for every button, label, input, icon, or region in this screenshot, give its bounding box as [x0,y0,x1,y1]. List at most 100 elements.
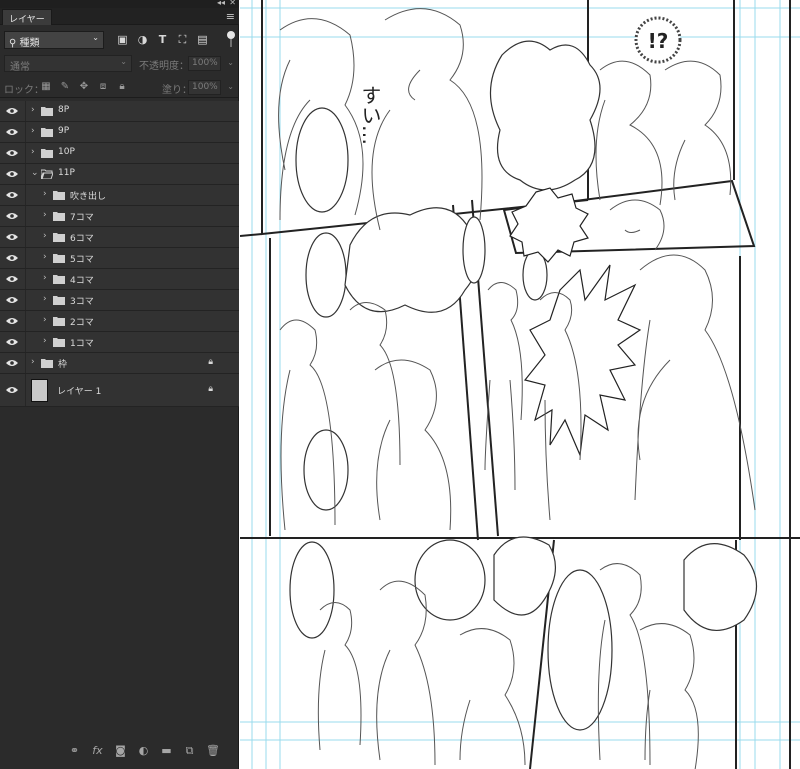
blend-mode-value: 通常 [10,62,30,73]
lock-position-icon[interactable]: ✥ [78,81,90,93]
opacity-input[interactable]: 100% ⌄ [188,56,234,71]
fill-input[interactable]: 100% ⌄ [188,80,234,95]
chevron-right-icon[interactable]: › [43,252,47,262]
new-layer-icon[interactable]: ⧉ [183,744,196,757]
folder-icon [53,317,65,326]
visibility-eye-icon[interactable] [0,248,24,268]
visibility-eye-icon[interactable] [0,206,24,226]
surprise-burst: !? [634,16,682,64]
filter-kind-value: 種類 [19,38,40,49]
folder-icon [53,212,65,221]
layer-row[interactable]: › 6コマ [0,227,239,248]
sfx-burst-text: !? [648,29,669,53]
chevron-right-icon[interactable]: › [31,126,35,136]
blend-row: 通常 ⌄ 不透明度： 100% ⌄ [0,54,239,74]
visibility-eye-icon[interactable] [0,353,24,373]
layer-row[interactable]: › 9P [0,122,239,143]
tab-layers[interactable]: レイヤー [2,9,52,25]
filter-kind-select[interactable]: ⚲ 種類 ⌄ [4,31,104,49]
visibility-eye-icon[interactable] [0,164,24,184]
adjustment-filter-icon[interactable]: ◑ [136,33,149,46]
filter-row: ⚲ 種類 ⌄ ▣ ◑ T ⛶ ▤ [0,27,239,53]
lock-icon: 🔒︎ [208,357,213,367]
image-filter-icon[interactable]: ▣ [116,33,129,46]
visibility-eye-icon[interactable] [0,122,24,142]
chevron-right-icon[interactable]: › [43,315,47,325]
visibility-eye-icon[interactable] [0,311,24,331]
layer-row[interactable]: › 3コマ [0,290,239,311]
layer-name: 吹き出し [70,192,107,202]
layer-row[interactable]: › 1コマ [0,332,239,353]
lock-artboard-icon[interactable]: ⧈ [97,81,109,93]
chevron-right-icon[interactable]: › [43,294,47,304]
burst-balloons [509,187,642,458]
shape-filter-icon[interactable]: ⛶ [176,33,189,46]
layer-name: 9P [58,126,70,136]
layer-row[interactable]: › 枠 🔒︎ [0,353,239,374]
lock-icon: 🔒︎ [208,384,213,394]
visibility-eye-icon[interactable] [0,101,24,121]
lock-brush-icon[interactable]: ✎ [59,81,71,93]
panel-collapse-bar[interactable]: ◂◂ ✕ [0,0,239,8]
chevron-right-icon[interactable]: › [43,189,47,199]
folder-icon [53,191,65,200]
lock-transparency-icon[interactable]: ▦ [40,81,52,93]
layer-row[interactable]: › 7コマ [0,206,239,227]
layer-separator [25,332,26,352]
document-canvas[interactable]: !? すい… [240,0,800,769]
smart-object-filter-icon[interactable]: ▤ [196,33,209,46]
double-chevron-left-icon[interactable]: ◂◂ [217,0,225,7]
visibility-eye-icon[interactable] [0,269,24,289]
chevron-right-icon[interactable]: › [43,336,47,346]
layer-name: 3コマ [70,297,94,307]
layers-panel: ◂◂ ✕ レイヤー ≡ ⚲ 種類 ⌄ ▣ ◑ T ⛶ ▤ 通常 ⌄ 不透明度： … [0,0,239,769]
fx-icon[interactable]: fx [91,744,104,757]
layer-separator [25,311,26,331]
search-icon: ⚲ [9,38,20,49]
chevron-right-icon[interactable]: › [43,231,47,241]
new-group-icon[interactable]: ▬ [160,744,173,757]
layer-row[interactable]: › 4コマ [0,269,239,290]
link-icon[interactable]: ⚭ [68,744,81,757]
layer-separator [25,353,26,373]
layer-row[interactable]: › 8P [0,101,239,122]
mask-icon[interactable]: ◙ [114,744,127,757]
layer-row[interactable]: レイヤー 1 🔒︎ [0,374,239,407]
visibility-eye-icon[interactable] [0,143,24,163]
type-filter-icon[interactable]: T [156,33,169,46]
chevron-right-icon[interactable]: › [31,105,35,115]
visibility-eye-icon[interactable] [0,332,24,352]
folder-icon [53,338,65,347]
chevron-right-icon[interactable]: › [43,210,47,220]
layer-row[interactable]: › 吹き出し [0,185,239,206]
visibility-eye-icon[interactable] [0,374,24,406]
chevron-right-icon[interactable]: › [31,147,35,157]
close-icon[interactable]: ✕ [229,0,236,7]
layer-name: 枠 [58,360,68,370]
layer-name: レイヤー 1 [57,387,102,397]
chevron-right-icon[interactable]: › [31,357,35,367]
trash-icon[interactable]: 🗑︎ [206,744,220,757]
hamburger-menu-icon[interactable]: ≡ [226,10,235,23]
filter-toggle[interactable] [227,31,235,49]
lock-row: ロック： ▦ ✎ ✥ ⧈ 🔒︎ 塗り： 100% ⌄ [0,78,239,98]
opacity-label: 不透明度： [139,61,189,72]
blend-mode-select[interactable]: 通常 ⌄ [4,55,132,73]
visibility-eye-icon[interactable] [0,290,24,310]
visibility-eye-icon[interactable] [0,227,24,247]
layer-list: › 8P › 9P › 10P ⌄ 11P › 吹き出し › 7コマ › 6コマ › 5コマ › 4コマ › 3コマ ›… [0,101,239,407]
layer-row[interactable]: ⌄ 11P [0,164,239,185]
folder-icon [41,359,53,368]
visibility-eye-icon[interactable] [0,185,24,205]
lock-all-icon[interactable]: 🔒︎ [116,81,128,93]
layer-separator [25,185,26,205]
chevron-down-icon[interactable]: ⌄ [31,168,39,178]
adjustment-layer-icon[interactable]: ◐ [137,744,150,757]
chevron-right-icon[interactable]: › [43,273,47,283]
folder-icon [41,149,53,158]
toggle-knob [227,31,235,39]
layer-row[interactable]: › 5コマ [0,248,239,269]
layer-row[interactable]: › 10P [0,143,239,164]
chevron-down-icon: ⌄ [227,82,234,91]
layer-row[interactable]: › 2コマ [0,311,239,332]
